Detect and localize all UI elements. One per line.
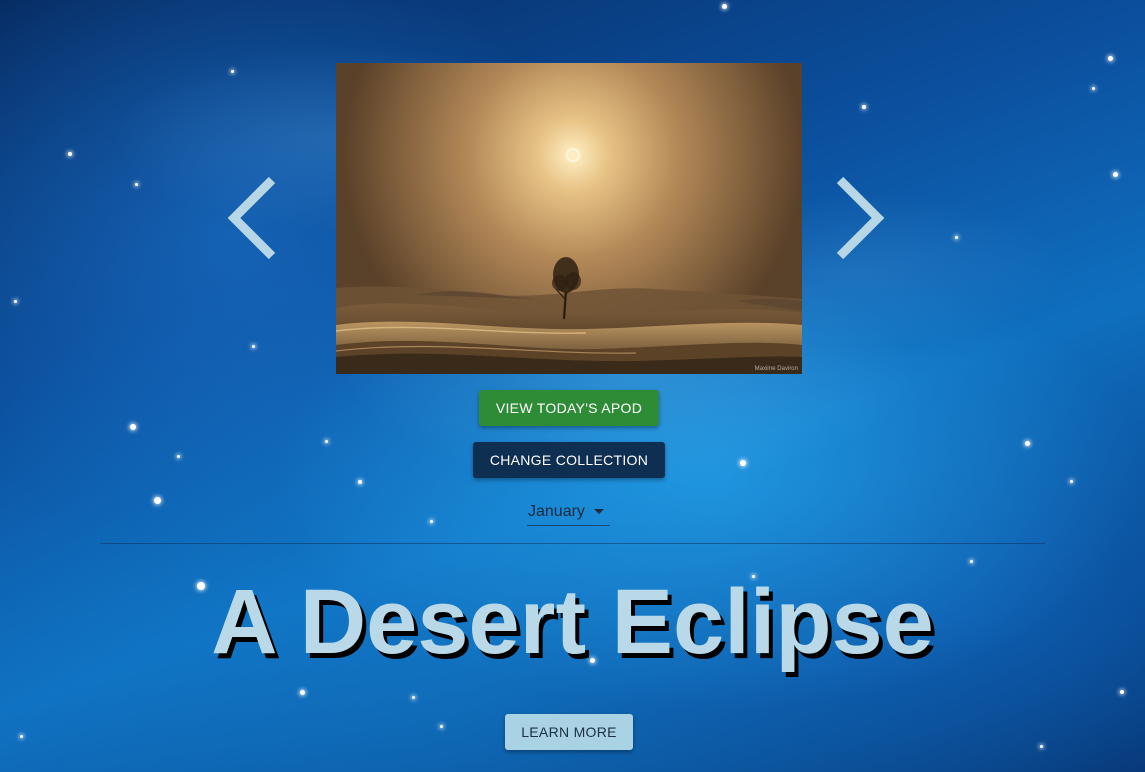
star: [862, 105, 866, 109]
star: [1113, 172, 1118, 177]
star: [1108, 56, 1113, 61]
star: [231, 70, 234, 73]
star: [970, 560, 973, 563]
star: [740, 460, 746, 466]
star: [252, 345, 255, 348]
view-todays-apod-button[interactable]: VIEW TODAY'S APOD: [479, 390, 659, 426]
star: [358, 480, 362, 484]
star: [440, 725, 443, 728]
desert-eclipse-photo: [336, 63, 802, 374]
star: [177, 455, 180, 458]
next-arrow[interactable]: [834, 176, 886, 260]
month-select-value: January: [528, 503, 585, 520]
star: [300, 690, 305, 695]
star: [955, 236, 958, 239]
star: [325, 440, 328, 443]
photo-credit: Maxime Daviron: [754, 366, 798, 372]
caret-down-icon: [594, 509, 604, 514]
star: [1025, 441, 1030, 446]
star: [1092, 87, 1095, 90]
star: [1070, 480, 1073, 483]
star: [130, 424, 136, 430]
apod-title: A Desert Eclipse: [211, 571, 934, 673]
star: [20, 735, 23, 738]
star: [135, 183, 138, 186]
star: [14, 300, 17, 303]
star: [154, 497, 161, 504]
divider: [100, 543, 1045, 544]
learn-more-button[interactable]: LEARN MORE: [505, 714, 633, 750]
apod-image[interactable]: Maxime Daviron: [336, 63, 802, 374]
previous-arrow[interactable]: [226, 176, 278, 260]
chevron-right-icon: [836, 176, 885, 260]
chevron-left-icon: [227, 176, 276, 260]
month-select[interactable]: January: [527, 499, 610, 526]
star: [1040, 745, 1043, 748]
star: [68, 152, 72, 156]
star: [412, 696, 415, 699]
star: [722, 4, 727, 9]
change-collection-button[interactable]: CHANGE COLLECTION: [473, 442, 665, 478]
star: [430, 520, 433, 523]
star: [1120, 690, 1124, 694]
